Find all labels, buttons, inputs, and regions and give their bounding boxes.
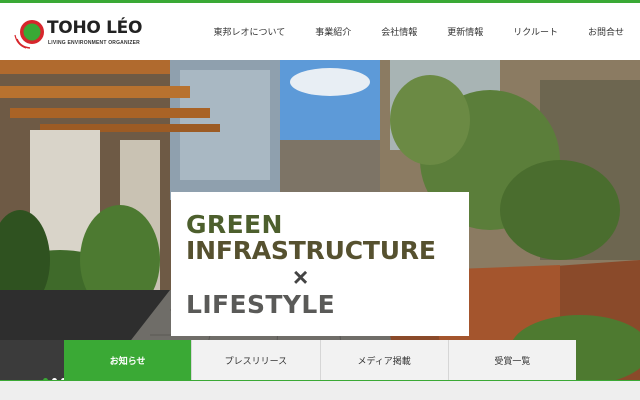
hero-headline-lifestyle: LIFESTYLE [186,290,336,319]
site-header: TOHO LÉO LIVING ENVIRONMENT ORGANIZER 東邦… [0,3,640,60]
logo-wordmark: TOHO LÉO [47,18,143,38]
tab-news[interactable]: お知らせ [64,340,193,380]
hero-headline-green: GREEN [186,210,283,239]
content-area-top [0,380,640,400]
hero-slider: GREEN INFRASTRUCTURE × LIFESTYLE [0,60,640,380]
hero-headline-times: × [293,262,309,292]
news-tabs: お知らせ プレスリリース メディア掲載 受賞一覧 [64,340,576,380]
hero-headline-infrastructure: INFRASTRUCTURE [186,236,436,265]
nav-item-company[interactable]: 会社情報 [366,25,432,38]
tab-awards[interactable]: 受賞一覧 [448,340,576,380]
tab-media[interactable]: メディア掲載 [320,340,449,380]
site-logo[interactable]: TOHO LÉO LIVING ENVIRONMENT ORGANIZER [14,17,142,51]
nav-item-contact[interactable]: お問合せ [573,25,624,38]
nav-item-about[interactable]: 東邦レオについて [198,25,300,38]
logo-mark-icon [14,20,44,49]
nav-item-recruit[interactable]: リクルート [498,25,573,38]
hero-headline-card: GREEN INFRASTRUCTURE × LIFESTYLE [171,192,469,336]
main-nav: 東邦レオについて 事業紹介 会社情報 更新情報 リクルート お問合せ [198,25,624,38]
logo-tagline: LIVING ENVIRONMENT ORGANIZER [48,40,140,46]
nav-item-business[interactable]: 事業紹介 [300,25,366,38]
tab-press-release[interactable]: プレスリリース [192,340,321,380]
nav-item-updates[interactable]: 更新情報 [432,25,498,38]
